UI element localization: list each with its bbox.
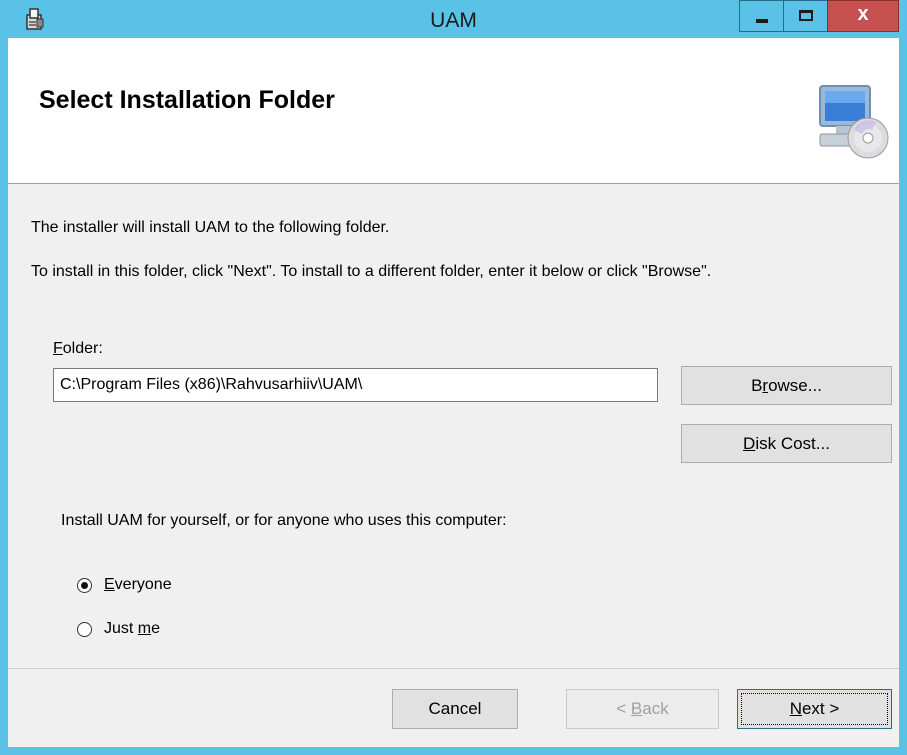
close-button[interactable]: x xyxy=(827,0,899,32)
back-button-rest: ack xyxy=(642,699,669,718)
installer-window: UAM x Select Installation Folder The ins… xyxy=(0,0,907,755)
back-button-pre: < xyxy=(616,699,631,718)
browse-button[interactable]: Browse... xyxy=(681,366,892,405)
back-button-accel: B xyxy=(630,699,643,718)
everyone-radio[interactable] xyxy=(77,578,92,593)
title-bar[interactable]: UAM x xyxy=(0,0,907,38)
folder-label-accel: F xyxy=(53,340,63,357)
folder-label-rest: older: xyxy=(62,340,103,357)
header-banner: Select Installation Folder xyxy=(8,38,899,184)
next-button[interactable]: Next > xyxy=(737,689,892,729)
dialog-body: Select Installation Folder The installer… xyxy=(8,38,899,747)
minimize-button[interactable] xyxy=(739,0,784,32)
everyone-label-rest: veryone xyxy=(114,576,172,593)
folder-path-input[interactable] xyxy=(53,368,658,402)
footer-divider xyxy=(8,668,899,669)
maximize-button[interactable] xyxy=(783,0,828,32)
everyone-label[interactable]: Everyone xyxy=(104,576,172,594)
just-me-label-accel: m xyxy=(137,620,152,637)
install-scope-question: Install UAM for yourself, or for anyone … xyxy=(61,512,507,529)
just-me-label[interactable]: Just me xyxy=(104,620,160,638)
just-me-radio[interactable] xyxy=(77,622,92,637)
close-icon: x xyxy=(857,3,869,25)
folder-label: Folder: xyxy=(53,340,103,358)
disk-cost-button-rest: isk Cost... xyxy=(755,434,830,453)
just-me-label-rest: e xyxy=(151,620,161,637)
computer-disc-icon xyxy=(818,82,890,167)
focus-rectangle xyxy=(741,693,888,725)
maximize-icon xyxy=(799,10,813,21)
radio-selected-dot xyxy=(81,582,88,589)
browse-button-pre: B xyxy=(751,376,763,395)
intro-text-line1: The installer will install UAM to the fo… xyxy=(31,219,390,236)
intro-text-line2: To install in this folder, click "Next".… xyxy=(31,263,712,280)
cancel-button[interactable]: Cancel xyxy=(392,689,518,729)
back-button[interactable]: < Back xyxy=(566,689,719,729)
browse-button-rest: owse... xyxy=(768,376,822,395)
everyone-label-accel: E xyxy=(104,576,115,593)
just-me-label-pre: Just xyxy=(104,620,138,637)
page-title: Select Installation Folder xyxy=(39,86,335,114)
disk-cost-button[interactable]: Disk Cost... xyxy=(681,424,892,463)
disk-cost-button-accel: D xyxy=(743,434,756,453)
minimize-icon xyxy=(756,19,768,23)
